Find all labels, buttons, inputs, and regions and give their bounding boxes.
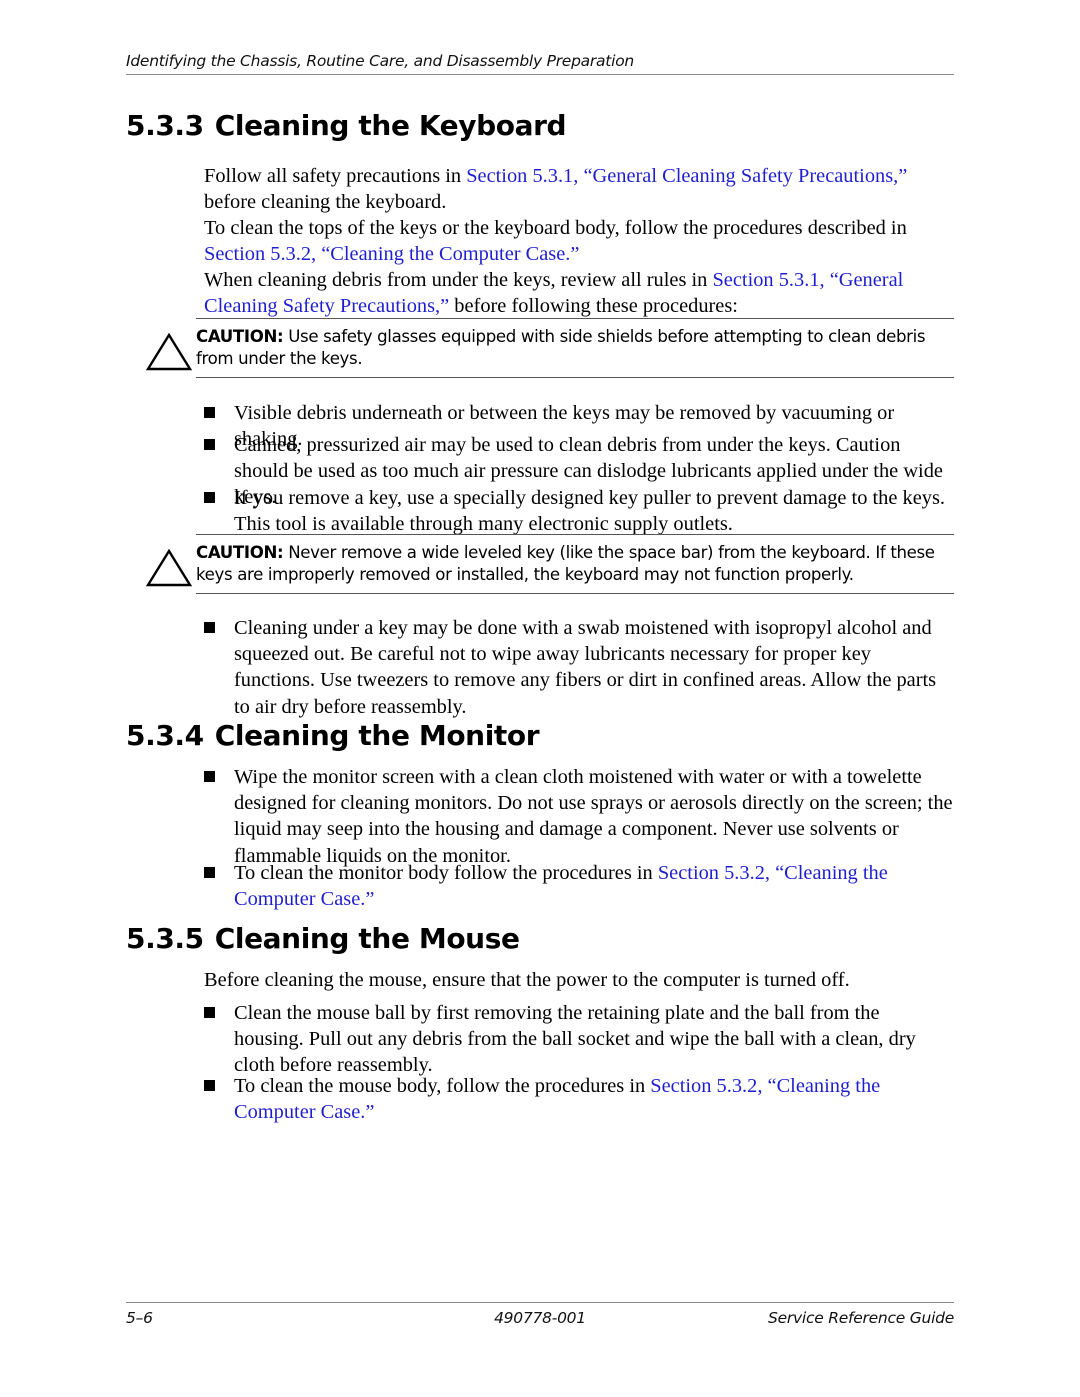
list-item: If you remove a key, use a specially des… [204, 485, 954, 537]
caution-block-2: CAUTION: Never remove a wide leveled key… [146, 534, 954, 594]
caution-rule-bottom [196, 593, 954, 594]
caution-label: CAUTION: [196, 327, 284, 346]
list-item-text-lead: To clean the monitor body follow the pro… [234, 862, 658, 884]
list-item: To clean the monitor body follow the pro… [204, 860, 954, 912]
caution-message: Use safety glasses equipped with side sh… [196, 327, 926, 368]
caution-triangle-icon [146, 332, 192, 371]
bullet-square-icon [204, 1007, 215, 1018]
list-item: Cleaning under a key may be done with a … [204, 615, 954, 720]
link-section-531[interactable]: Section 5.3.1, “General Cleaning Safety … [466, 165, 907, 187]
paragraph-mouse-intro: Before cleaning the mouse, ensure that t… [204, 969, 850, 991]
section-number-533: 5.3.3 [126, 109, 204, 142]
paragraph-text: before cleaning the keyboard. [204, 191, 447, 214]
list-item-text: To clean the mouse body, follow the proc… [234, 1073, 954, 1125]
list-item: Wipe the monitor screen with a clean clo… [204, 764, 954, 869]
list-item: Clean the mouse ball by first removing t… [204, 1000, 954, 1079]
list-item-text: If you remove a key, use a specially des… [234, 487, 945, 536]
caution-triangle-icon [146, 548, 192, 587]
caution-text-2: CAUTION: Never remove a wide leveled key… [196, 535, 954, 593]
bullet-square-icon [204, 1080, 215, 1091]
running-header: Identifying the Chassis, Routine Care, a… [126, 52, 954, 75]
list-item-text: To clean the monitor body follow the pro… [234, 860, 954, 912]
section-title-534: Cleaning the Monitor [214, 719, 540, 752]
paragraph-text: Follow all safety precautions in [204, 165, 467, 187]
paragraph-text: To clean the tops of the keys or the key… [204, 217, 907, 239]
bullet-square-icon [204, 771, 215, 782]
caution-body: CAUTION: Never remove a wide leveled key… [196, 534, 954, 594]
section-title-535: Cleaning the Mouse [214, 922, 520, 955]
footer-rule [126, 1302, 954, 1303]
caution-rule-bottom [196, 377, 954, 378]
running-header-text: Identifying the Chassis, Routine Care, a… [126, 52, 634, 70]
caution-label: CAUTION: [196, 543, 284, 562]
bullet-square-icon [204, 867, 215, 878]
list-item-text-lead: To clean the mouse body, follow the proc… [234, 1075, 651, 1097]
paragraph-text: before following these procedures: [449, 295, 738, 318]
paragraph-keyboard-2: To clean the tops of the keys or the key… [204, 215, 954, 267]
bullet-square-icon [204, 622, 215, 633]
caution-text-1: CAUTION: Use safety glasses equipped wit… [196, 319, 954, 377]
header-rule [126, 73, 954, 75]
document-page: Identifying the Chassis, Routine Care, a… [0, 0, 1080, 1397]
list-item-text: Clean the mouse ball by first removing t… [234, 1002, 916, 1077]
caution-block-1: CAUTION: Use safety glasses equipped wit… [146, 318, 954, 378]
footer-row: 5–6 490778-001 Service Reference Guide [126, 1309, 954, 1333]
caution-body: CAUTION: Use safety glasses equipped wit… [196, 318, 954, 378]
page-footer: 5–6 490778-001 Service Reference Guide [126, 1302, 954, 1333]
caution-message: Never remove a wide leveled key (like th… [196, 543, 935, 584]
bullet-square-icon [204, 492, 215, 503]
link-section-532[interactable]: Section 5.3.2, “Cleaning the Computer Ca… [204, 243, 579, 265]
list-item-text: Wipe the monitor screen with a clean clo… [234, 766, 953, 867]
list-item: To clean the mouse body, follow the proc… [204, 1073, 954, 1125]
bullet-square-icon [204, 407, 215, 418]
section-title-533: Cleaning the Keyboard [214, 109, 567, 142]
footer-guide-title: Service Reference Guide [768, 1309, 954, 1327]
paragraph-keyboard-1: Follow all safety precautions in Section… [204, 163, 954, 215]
section-number-534: 5.3.4 [126, 719, 204, 752]
paragraph-text: When cleaning debris from under the keys… [204, 269, 713, 291]
section-heading-535: 5.3.5 Cleaning the Mouse [126, 925, 520, 953]
section-heading-533: 5.3.3 Cleaning the Keyboard [126, 109, 567, 142]
bullet-square-icon [204, 439, 215, 450]
section-number-535: 5.3.5 [126, 922, 204, 955]
section-heading-534: 5.3.4 Cleaning the Monitor [126, 719, 540, 752]
paragraph-keyboard-3: When cleaning debris from under the keys… [204, 267, 954, 319]
list-item-text: Cleaning under a key may be done with a … [234, 617, 937, 718]
